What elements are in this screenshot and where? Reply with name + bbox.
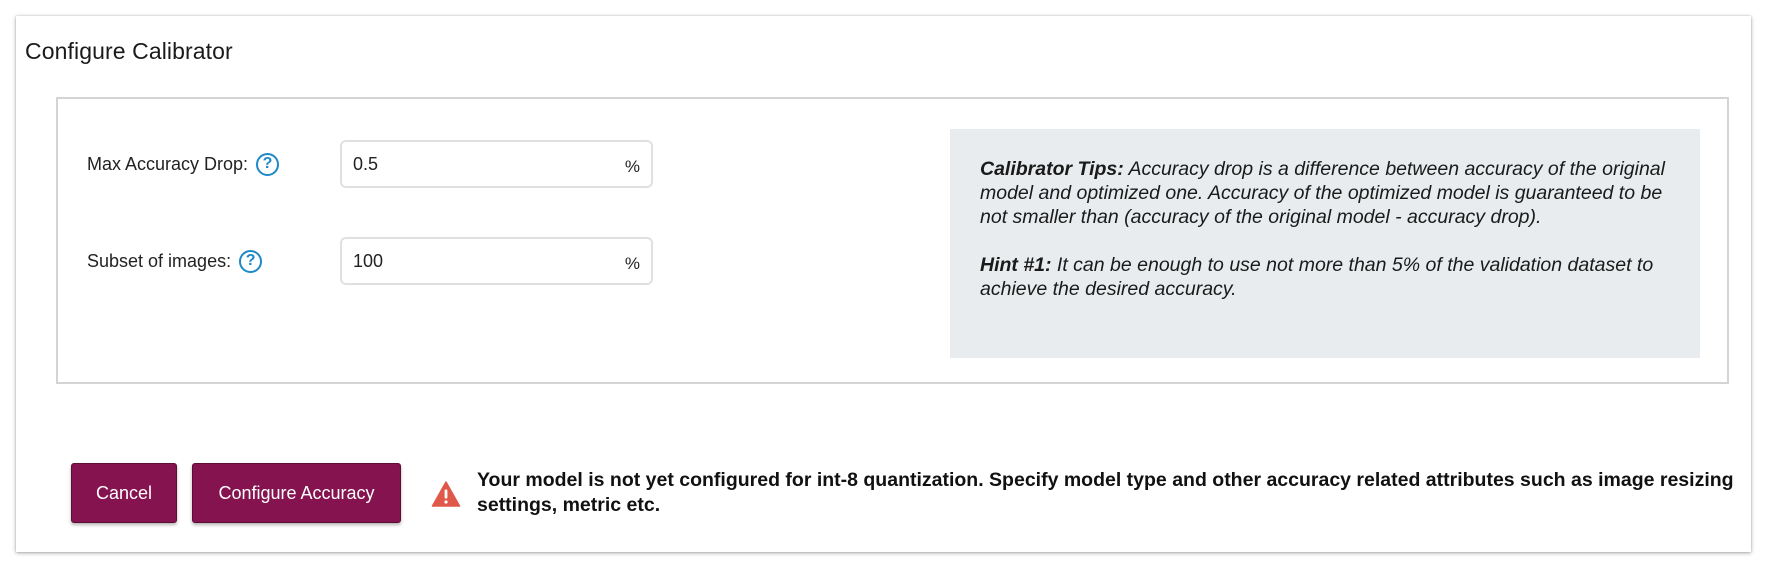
max-accuracy-drop-input[interactable]	[342, 149, 603, 179]
calibrator-tips-paragraph: Calibrator Tips: Accuracy drop is a diff…	[980, 157, 1670, 229]
hint-paragraph: Hint #1: It can be enough to use not mor…	[980, 253, 1670, 301]
subset-of-images-field[interactable]: %	[340, 237, 653, 285]
calibrator-tips-title: Calibrator Tips:	[980, 158, 1124, 180]
warning-text: Your model is not yet configured for int…	[477, 469, 1734, 516]
calibrator-tips-box: Calibrator Tips: Accuracy drop is a diff…	[950, 129, 1700, 358]
subset-of-images-unit: %	[624, 254, 640, 273]
subset-of-images-help-icon[interactable]: ?	[239, 249, 263, 273]
dialog-title: Configure Calibrator	[25, 38, 233, 64]
cancel-button[interactable]: Cancel	[71, 463, 177, 523]
warning-triangle-icon	[431, 481, 461, 507]
subset-of-images-input[interactable]	[342, 246, 603, 276]
max-accuracy-drop-help-icon[interactable]: ?	[256, 152, 280, 176]
max-accuracy-drop-label: Max Accuracy Drop:	[87, 153, 249, 174]
hint-title: Hint #1:	[980, 254, 1052, 276]
calibrator-settings-panel: Max Accuracy Drop: ? % Subset of images:…	[56, 97, 1729, 384]
configure-accuracy-button[interactable]: Configure Accuracy	[192, 463, 401, 523]
max-accuracy-drop-unit: %	[624, 157, 640, 176]
max-accuracy-drop-field[interactable]: %	[340, 140, 653, 188]
warning-message: Your model is not yet configured for int…	[431, 468, 1737, 518]
subset-of-images-label: Subset of images:	[87, 250, 232, 271]
configure-calibrator-dialog: Configure Calibrator Max Accuracy Drop: …	[16, 16, 1751, 552]
subset-of-images-row: Subset of images: ?	[87, 236, 263, 286]
hint-text: It can be enough to use not more than 5%…	[980, 254, 1654, 300]
max-accuracy-drop-row: Max Accuracy Drop: ?	[87, 139, 280, 189]
